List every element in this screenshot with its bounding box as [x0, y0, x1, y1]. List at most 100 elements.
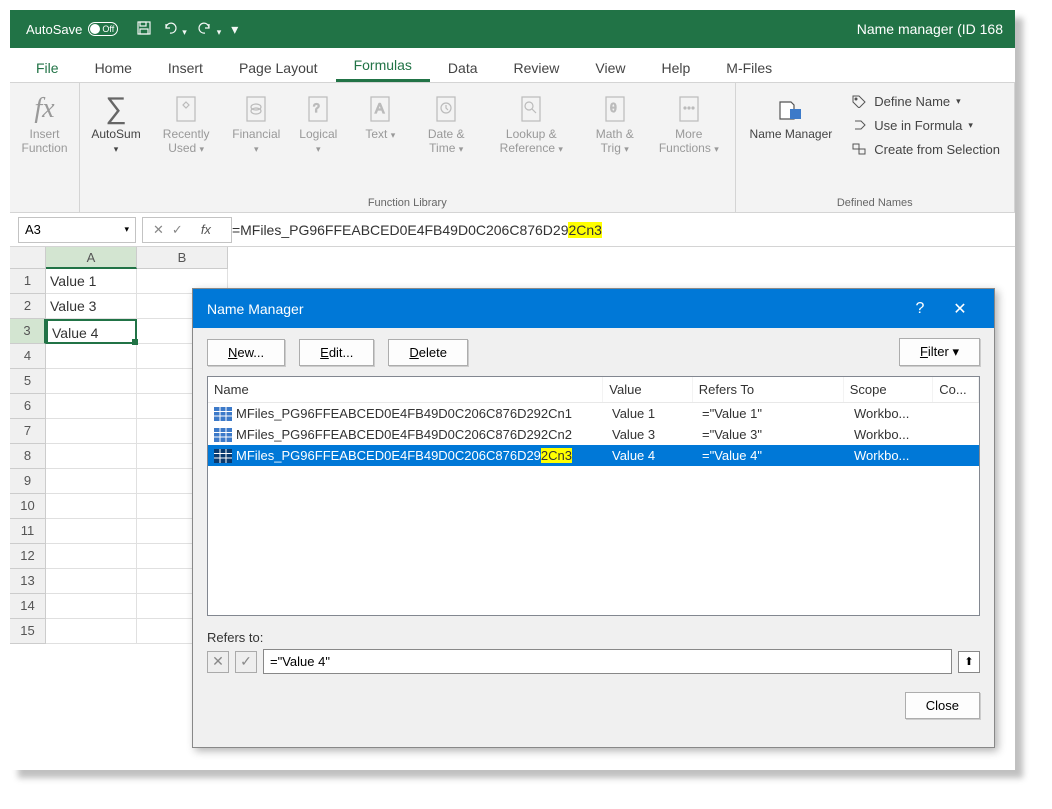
- edit-button[interactable]: Edit...: [299, 339, 374, 366]
- row-header[interactable]: 1: [10, 269, 46, 294]
- insert-function-button[interactable]: fxInsert Function: [16, 87, 73, 205]
- col-refers[interactable]: Refers To: [693, 377, 844, 402]
- dialog-title-bar[interactable]: Name Manager ? ✕: [193, 289, 994, 328]
- tab-file[interactable]: File: [18, 52, 77, 82]
- row-header[interactable]: 8: [10, 444, 46, 469]
- autosave-toggle[interactable]: Off: [88, 22, 118, 36]
- name-row[interactable]: MFiles_PG96FFEABCED0E4FB49D0C206C876D292…: [208, 445, 979, 466]
- date-time-button[interactable]: Date & Time ▾: [412, 87, 480, 193]
- chevron-down-icon[interactable]: ▾: [124, 224, 129, 235]
- define-name-button[interactable]: Define Name ▾: [848, 91, 1002, 111]
- group-defined-names: Defined Names: [736, 197, 1014, 212]
- cell[interactable]: Value 3: [46, 294, 137, 319]
- col-name[interactable]: Name: [208, 377, 603, 402]
- help-icon[interactable]: ?: [900, 300, 940, 318]
- math-trig-button[interactable]: θMath & Trig ▾: [582, 87, 647, 193]
- close-icon[interactable]: ✕: [940, 299, 980, 319]
- new-button[interactable]: New...: [207, 339, 285, 366]
- use-in-formula-button[interactable]: Use in Formula ▾: [848, 115, 1002, 135]
- cell[interactable]: [46, 519, 137, 544]
- name-row[interactable]: MFiles_PG96FFEABCED0E4FB49D0C206C876D292…: [208, 424, 979, 445]
- row-header[interactable]: 9: [10, 469, 46, 494]
- row-header[interactable]: 13: [10, 569, 46, 594]
- selection-icon: [850, 141, 868, 157]
- tab-review[interactable]: Review: [496, 52, 578, 82]
- tab-view[interactable]: View: [577, 52, 643, 82]
- save-icon[interactable]: [136, 20, 152, 39]
- row-header[interactable]: 10: [10, 494, 46, 519]
- autosave-label: AutoSave: [26, 22, 82, 37]
- row-header[interactable]: 12: [10, 544, 46, 569]
- name-manager-dialog: Name Manager ? ✕ New... Edit... Delete F…: [192, 288, 995, 748]
- cell[interactable]: [46, 344, 137, 369]
- autosave-control[interactable]: AutoSave Off: [26, 22, 118, 37]
- formula-input[interactable]: =MFiles_PG96FFEABCED0E4FB49D0C206C876D29…: [232, 222, 602, 238]
- column-header-a[interactable]: A: [46, 247, 137, 269]
- tab-home[interactable]: Home: [77, 52, 150, 82]
- qat-customize-icon[interactable]: ▾: [231, 21, 238, 38]
- cell[interactable]: [46, 544, 137, 569]
- tab-data[interactable]: Data: [430, 52, 496, 82]
- cell[interactable]: [46, 444, 137, 469]
- delete-button[interactable]: Delete: [388, 339, 468, 366]
- financial-button[interactable]: Financial ▾: [226, 87, 286, 193]
- row-header[interactable]: 5: [10, 369, 46, 394]
- select-all-corner[interactable]: [10, 247, 46, 269]
- row-header[interactable]: 6: [10, 394, 46, 419]
- ribbon: fxInsert Function ∑AutoSum ▾ Recently Us…: [10, 83, 1015, 213]
- cell[interactable]: [46, 494, 137, 519]
- create-from-selection-button[interactable]: Create from Selection: [848, 139, 1002, 159]
- cell[interactable]: [46, 619, 137, 644]
- name-row[interactable]: MFiles_PG96FFEABCED0E4FB49D0C206C876D292…: [208, 403, 979, 424]
- names-table: Name Value Refers To Scope Co... MFiles_…: [207, 376, 980, 616]
- cell[interactable]: Value 1: [46, 269, 137, 294]
- ribbon-tabs: File Home Insert Page Layout Formulas Da…: [10, 48, 1015, 83]
- lookup-button[interactable]: Lookup & Reference ▾: [482, 87, 580, 193]
- more-functions-button[interactable]: More Functions ▾: [649, 87, 729, 193]
- column-header-b[interactable]: B: [137, 247, 228, 269]
- text-button[interactable]: AText ▾: [350, 87, 410, 193]
- svg-text:?: ?: [313, 101, 320, 115]
- filter-button[interactable]: Filter ▾: [899, 338, 980, 366]
- logical-button[interactable]: ?Logical ▾: [288, 87, 348, 193]
- cancel-formula-icon[interactable]: ✕: [153, 222, 164, 238]
- row-header[interactable]: 15: [10, 619, 46, 644]
- cell[interactable]: [46, 469, 137, 494]
- tab-mfiles[interactable]: M-Files: [708, 52, 790, 82]
- range-picker-icon[interactable]: ⬆: [958, 651, 980, 673]
- window-title: Name manager (ID 168: [857, 21, 1003, 37]
- refers-to-input[interactable]: ="Value 4": [263, 649, 952, 674]
- cell[interactable]: [46, 394, 137, 419]
- name-box[interactable]: A3▾: [18, 217, 136, 243]
- fx-icon[interactable]: fx: [191, 222, 221, 237]
- redo-icon[interactable]: ▾: [197, 21, 221, 38]
- autosum-button[interactable]: ∑AutoSum ▾: [86, 87, 146, 193]
- accept-formula-icon[interactable]: ✓: [172, 222, 183, 238]
- row-header[interactable]: 4: [10, 344, 46, 369]
- cell[interactable]: [46, 419, 137, 444]
- recently-used-button[interactable]: Recently Used ▾: [148, 87, 224, 193]
- col-comment[interactable]: Co...: [933, 377, 979, 402]
- cell[interactable]: [46, 369, 137, 394]
- undo-icon[interactable]: ▾: [162, 21, 186, 38]
- name-manager-button[interactable]: Name Manager: [742, 87, 841, 193]
- svg-text:θ: θ: [610, 101, 617, 115]
- close-button[interactable]: Close: [905, 692, 980, 719]
- cell[interactable]: Value 4: [46, 319, 137, 344]
- cell[interactable]: [46, 594, 137, 619]
- row-header[interactable]: 14: [10, 594, 46, 619]
- tab-page-layout[interactable]: Page Layout: [221, 52, 336, 82]
- row-header[interactable]: 3: [10, 319, 46, 344]
- col-scope[interactable]: Scope: [844, 377, 933, 402]
- refers-cancel-icon[interactable]: ✕: [207, 651, 229, 673]
- row-header[interactable]: 11: [10, 519, 46, 544]
- row-header[interactable]: 2: [10, 294, 46, 319]
- tab-help[interactable]: Help: [644, 52, 709, 82]
- col-value[interactable]: Value: [603, 377, 692, 402]
- refers-accept-icon[interactable]: ✓: [235, 651, 257, 673]
- row-header[interactable]: 7: [10, 419, 46, 444]
- tab-insert[interactable]: Insert: [150, 52, 221, 82]
- tab-formulas[interactable]: Formulas: [336, 49, 430, 82]
- table-icon: [214, 407, 232, 421]
- cell[interactable]: [46, 569, 137, 594]
